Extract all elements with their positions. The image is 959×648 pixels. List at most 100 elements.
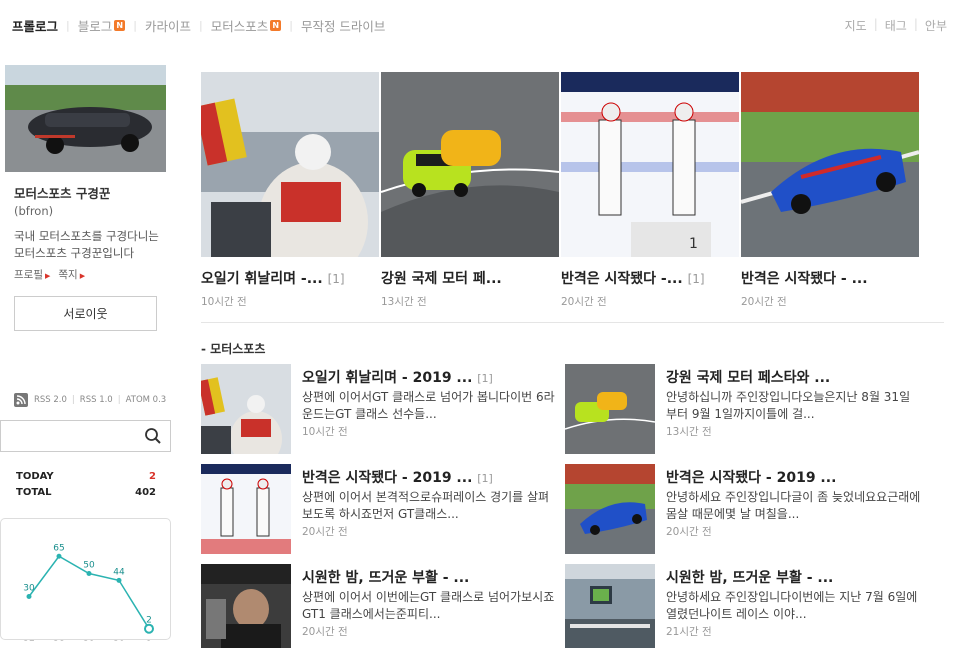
featured-post[interactable]: 1 반격은 시작됐다 -... [1] 20시간 전 (561, 72, 739, 309)
comment-count: [1] (477, 472, 493, 485)
nav-separator: | (913, 17, 918, 31)
total-label: TOTAL (16, 487, 52, 498)
nav-item-carlife[interactable]: 카라이프 (145, 16, 191, 35)
visitor-graph: 30 27 65 28 50 29 44 30 2 1 (0, 518, 171, 641)
comment-count: [1] (687, 272, 705, 286)
message-link[interactable]: 쪽지 ▶ (58, 267, 85, 282)
featured-thumbnail (381, 72, 559, 257)
post-title: 강원 국제 모터 페스타와 ... (666, 367, 830, 387)
nav-separator: | (133, 19, 137, 32)
featured-thumbnail: 1 (561, 72, 739, 257)
featured-thumbnail (741, 72, 919, 257)
nav-label: 무작정 드라이브 (300, 19, 386, 34)
chart-point (56, 553, 62, 559)
nav-item-tags[interactable]: 태그 (885, 17, 907, 34)
nav-item-map[interactable]: 지도 (845, 17, 867, 34)
featured-title-text: 강원 국제 모터 페... (381, 271, 502, 287)
feed-rss1[interactable]: RSS 1.0 (80, 395, 113, 405)
post-excerpt: 안녕하세요 주인장입니다이번에는 지난 7월 6일에 열렸던나이트 레이스 이야… (666, 590, 918, 621)
feed-links: RSS 2.0 | RSS 1.0 | ATOM 0.3 (14, 393, 166, 407)
post-time: 20시간 전 (302, 526, 348, 538)
post-thumbnail (201, 364, 291, 454)
new-badge: N (270, 20, 282, 31)
list-item[interactable]: 반격은 시작됐다 - 2019 ... 안녕하세요 주인장입니다글이 좀 늦었네… (565, 464, 925, 554)
blog-title: 모터스포츠 구경꾼 (14, 186, 111, 201)
chart-tick-label: 28 (53, 640, 65, 641)
post-thumbnail (565, 564, 655, 648)
feed-atom[interactable]: ATOM 0.3 (126, 395, 167, 405)
nav-item-guestbook[interactable]: 안부 (925, 17, 947, 34)
search-box (0, 420, 171, 452)
featured-post[interactable]: 반격은 시작됐다 - ... 20시간 전 (741, 72, 919, 309)
nav-label: 모터스포츠 (210, 19, 269, 34)
post-title-text: 반격은 시작됐다 - 2019 ... (666, 470, 837, 486)
post-title-text: 시원한 밤, 뜨거운 부활 - ... (666, 570, 834, 586)
list-item[interactable]: 오일기 휘날리며 - 2019 ... [1] 상편에 이어서GT 클래스로 넘… (201, 364, 561, 454)
nav-item-blog[interactable]: 블로그 N (78, 16, 126, 35)
post-excerpt: 안녕하세요 주인장입니다글이 좀 늦었네요요근래에 몸살 때문에몇 날 며칠을.… (666, 490, 921, 521)
rss-icon (14, 393, 28, 407)
featured-title: 강원 국제 모터 페... (381, 268, 559, 288)
today-label: TODAY (16, 471, 54, 482)
chart-point (26, 594, 32, 599)
post-title: 반격은 시작됐다 - 2019 ... [1] (302, 467, 493, 487)
neighbor-button[interactable]: 서로이웃 (14, 296, 157, 331)
featured-post[interactable]: 강원 국제 모터 페... 13시간 전 (381, 72, 559, 309)
featured-post[interactable]: 오일기 휘날리며 -... [1] 10시간 전 (201, 72, 379, 309)
nav-item-drive[interactable]: 무작정 드라이브 (301, 16, 385, 35)
post-title: 시원한 밤, 뜨거운 부활 - ... (302, 567, 469, 587)
visitor-stats: TODAY 2 TOTAL 402 (16, 471, 156, 503)
list-item[interactable]: 강원 국제 모터 페스타와 ... 안녕하십니까 주인장입니다오늘은지난 8월 … (565, 364, 925, 454)
chart-point (144, 623, 154, 634)
chart-data-label: 65 (53, 543, 64, 553)
profile-link[interactable]: 프로필 ▶ (14, 267, 50, 282)
feed-separator: | (71, 395, 75, 405)
post-title: 오일기 휘날리며 - 2019 ... [1] (302, 367, 493, 387)
list-item[interactable]: 시원한 밤, 뜨거운 부활 - ... 안녕하세요 주인장입니다이번에는 지난 … (565, 564, 925, 648)
total-count: 402 (135, 487, 156, 498)
category-nav: 프롤로그 | 블로그 N | 카라이프 | 모터스포츠 N | 무작정 드라이브 (12, 16, 385, 35)
post-title-text: 오일기 휘날리며 - 2019 ... (302, 370, 473, 386)
featured-time: 20시간 전 (741, 296, 787, 308)
chart-data-label: 44 (113, 567, 125, 577)
featured-time: 13시간 전 (381, 296, 427, 308)
nav-label: 블로그 (77, 19, 113, 34)
post-thumbnail (565, 364, 655, 454)
list-item[interactable]: 시원한 밤, 뜨거운 부활 - ... 상편에 이어서 이번에는GT 클래스로 … (201, 564, 561, 648)
chart-data-label: 2 (146, 616, 152, 626)
feed-separator: | (117, 395, 121, 405)
nav-separator: | (873, 17, 878, 31)
featured-title-text: 반격은 시작됐다 - ... (741, 271, 868, 287)
feed-rss2[interactable]: RSS 2.0 (34, 395, 67, 405)
featured-time: 10시간 전 (201, 296, 247, 308)
nav-label: 프롤로그 (12, 19, 59, 34)
list-item[interactable]: 반격은 시작됐다 - 2019 ... [1] 상편에 이어서 본격적으로슈퍼레… (201, 464, 561, 554)
utility-nav: 지도 | 태그 | 안부 (845, 17, 947, 34)
sidebar: 모터스포츠 구경꾼 (bfron) 국내 모터스포츠를 구경다니는 모터스포츠 … (0, 48, 175, 648)
featured-title: 오일기 휘날리며 -... [1] (201, 268, 379, 288)
category-heading[interactable]: - 모터스포츠 (201, 340, 265, 357)
nav-item-prologue[interactable]: 프롤로그 (12, 16, 58, 35)
profile-image[interactable] (5, 65, 166, 172)
post-time: 10시간 전 (302, 426, 348, 438)
top-navigation: 프롤로그 | 블로그 N | 카라이프 | 모터스포츠 N | 무작정 드라이브 지… (0, 0, 959, 48)
search-input[interactable] (1, 421, 136, 451)
post-time: 20시간 전 (302, 626, 348, 638)
post-excerpt: 상편에 이어서GT 클래스로 넘어가 봅니다이번 6라운드는GT 클래스 선수들… (302, 390, 555, 421)
featured-thumbnail (201, 72, 379, 257)
today-count: 2 (149, 471, 156, 482)
search-icon[interactable] (144, 427, 162, 445)
nav-item-motorsports[interactable]: 모터스포츠 N (211, 16, 282, 35)
featured-time: 20시간 전 (561, 296, 607, 308)
blog-description: 국내 모터스포츠를 구경다니는 모터스포츠 구경꾼입니다 (14, 229, 159, 260)
comment-count: [1] (327, 272, 345, 286)
nav-separator: | (198, 19, 203, 32)
chart-point (86, 571, 92, 576)
comment-count: [1] (477, 372, 493, 385)
featured-title: 반격은 시작됐다 -... [1] (561, 268, 739, 288)
nav-label: 카라이프 (144, 19, 191, 34)
post-title: 반격은 시작됐다 - 2019 ... (666, 467, 836, 487)
post-excerpt: 상편에 이어서 이번에는GT 클래스로 넘어가보시죠GT1 클래스에서는준피티.… (302, 590, 555, 621)
chart-data-label: 30 (23, 584, 35, 594)
post-title: 시원한 밤, 뜨거운 부활 - ... (666, 567, 833, 587)
